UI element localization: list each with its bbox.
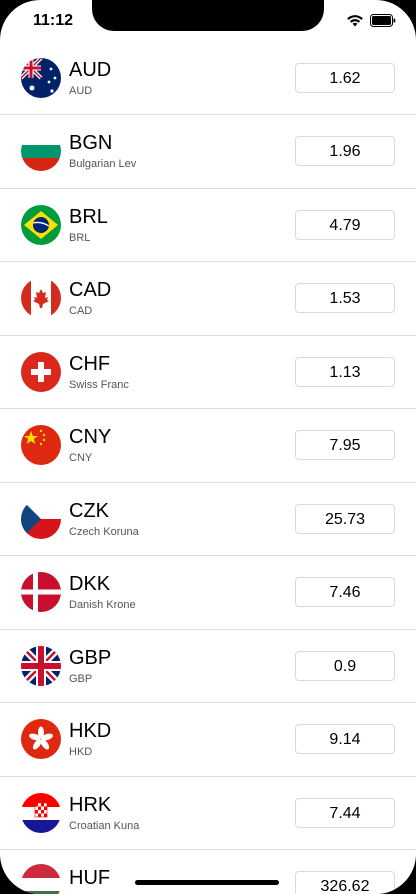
currency-row-hrk[interactable]: HRK Croatian Kuna 7.44 xyxy=(0,777,416,850)
battery-icon xyxy=(370,14,396,27)
currency-name: Czech Koruna xyxy=(69,525,139,538)
currency-code: BRL xyxy=(69,205,108,228)
rate-field[interactable]: 0.9 xyxy=(295,650,395,681)
currency-name: CAD xyxy=(69,305,93,317)
currency-code: BGN xyxy=(69,132,113,154)
rate-field[interactable]: 7.95 xyxy=(295,430,395,460)
currency-list[interactable]: AUD AUD 1.62 BGN Bulgarian Lev 1.96 BRL … xyxy=(0,42,416,894)
australia-flag-icon xyxy=(21,58,61,98)
currency-code: CAD xyxy=(69,279,112,301)
currency-code: GBP xyxy=(69,646,112,669)
currency-name: Croatian Kuna xyxy=(69,819,140,832)
rate-field[interactable]: 7.46 xyxy=(295,577,395,607)
currency-code: AUD xyxy=(69,59,112,81)
wifi-icon xyxy=(347,15,363,27)
currency-name: Swiss Franc xyxy=(69,378,129,391)
currency-row-gbp[interactable]: GBP GBP 0.9 xyxy=(0,630,416,703)
rate-field[interactable]: 7.44 xyxy=(295,797,395,828)
status-time: 11:12 xyxy=(33,12,74,29)
currency-name: AUD xyxy=(69,85,93,97)
rate-field[interactable]: 25.73 xyxy=(295,503,395,534)
currency-row-cny[interactable]: CNY CNY 7.95 xyxy=(0,409,416,483)
rate-field[interactable]: 1.96 xyxy=(295,136,395,166)
rate-field[interactable]: 4.79 xyxy=(295,209,395,240)
currency-name: HKD xyxy=(69,746,93,758)
currency-row-czk[interactable]: CZK Czech Koruna 25.73 xyxy=(0,483,416,556)
status-icons xyxy=(346,14,396,27)
bulgaria-flag-icon xyxy=(21,131,61,172)
currency-row-hkd[interactable]: HKD HKD 9.14 xyxy=(0,703,416,777)
hungary-flag-icon xyxy=(21,864,61,894)
currency-row-aud[interactable]: AUD AUD 1.62 xyxy=(0,42,416,115)
currency-code: HKD xyxy=(69,720,112,742)
currency-name: GBP xyxy=(69,672,93,685)
currency-code: CNY xyxy=(69,426,112,448)
hong-kong-flag-icon xyxy=(21,719,61,760)
currency-name: CNY xyxy=(69,452,93,464)
switzerland-flag-icon xyxy=(21,351,61,392)
rate-field[interactable]: 1.13 xyxy=(295,356,395,387)
rate-field[interactable]: 1.62 xyxy=(295,63,395,93)
czechia-flag-icon xyxy=(21,498,61,539)
china-flag-icon xyxy=(21,425,61,466)
denmark-flag-icon xyxy=(21,572,61,613)
rate-field[interactable]: 1.53 xyxy=(295,283,395,313)
canada-flag-icon xyxy=(21,278,61,319)
currency-row-dkk[interactable]: DKK Danish Krone 7.46 xyxy=(0,556,416,630)
phone-screen: 11:12 AUD AUD 1.62 BGN Bulgarian Lev 1.9… xyxy=(0,0,416,894)
currency-row-bgn[interactable]: BGN Bulgarian Lev 1.96 xyxy=(0,115,416,189)
currency-code: HRK xyxy=(69,793,112,816)
currency-code: HUF xyxy=(69,867,111,889)
currency-row-huf[interactable]: HUF 326.62 xyxy=(0,850,416,894)
currency-name: BRL xyxy=(69,231,91,244)
currency-row-brl[interactable]: BRL BRL 4.79 xyxy=(0,189,416,262)
croatia-flag-icon xyxy=(21,792,61,833)
currency-code: CZK xyxy=(69,499,109,522)
currency-code: CHF xyxy=(69,352,111,375)
brazil-flag-icon xyxy=(21,204,61,245)
rate-field[interactable]: 326.62 xyxy=(295,871,395,894)
currency-name: Bulgarian Lev xyxy=(69,158,137,170)
currency-name: Danish Krone xyxy=(69,599,136,611)
uk-flag-icon xyxy=(21,645,61,686)
notch xyxy=(92,0,324,31)
home-indicator[interactable] xyxy=(135,880,279,885)
currency-row-cad[interactable]: CAD CAD 1.53 xyxy=(0,262,416,336)
currency-code: DKK xyxy=(69,573,111,595)
currency-row-chf[interactable]: CHF Swiss Franc 1.13 xyxy=(0,336,416,409)
rate-field[interactable]: 9.14 xyxy=(295,724,395,754)
